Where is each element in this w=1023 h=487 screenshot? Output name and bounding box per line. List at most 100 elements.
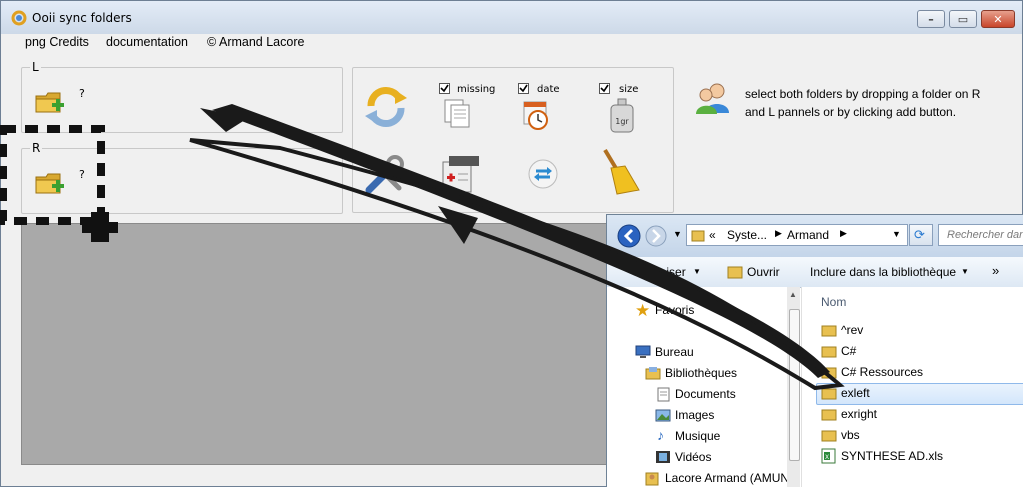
left-folder-path: ? — [79, 87, 85, 100]
search-box[interactable]: Rechercher dans — [938, 224, 1023, 246]
close-button[interactable]: ✕ — [981, 10, 1015, 28]
minimize-icon: – — [928, 12, 934, 26]
breadcrumb-separator-icon: ▶ — [840, 228, 847, 238]
instruction-text: select both folders by dropping a folder… — [745, 87, 981, 119]
open-button[interactable]: Ouvrir — [747, 265, 780, 279]
breadcrumb-separator-icon: ▶ — [775, 228, 782, 238]
nav-libraries[interactable]: Bibliothèques — [665, 366, 737, 380]
minimize-button[interactable]: – — [917, 10, 945, 28]
folder-icon — [821, 388, 837, 400]
add-left-folder-icon[interactable] — [34, 88, 66, 116]
nav-scrollbar[interactable]: ▲ — [787, 287, 800, 487]
favorites-star-icon: ★ — [635, 301, 651, 320]
menu-documentation[interactable]: documentation — [106, 35, 188, 49]
nav-music[interactable]: Musique — [675, 429, 720, 443]
refresh-icon: ⟳ — [914, 227, 925, 242]
navigation-pane: ★ Favoris Bureau Bibliothèques Documents… — [607, 287, 800, 487]
size-label: size — [619, 84, 639, 95]
folder-icon — [821, 325, 837, 337]
file-item-exleft[interactable]: exleft — [841, 386, 870, 400]
sync-app-icon — [11, 10, 27, 26]
include-library-button[interactable]: Inclure dans la bibliothèque — [810, 265, 956, 279]
weight-label: 1gr — [615, 117, 629, 126]
menu-bar: png Credits documentation © Armand Lacor… — [1, 34, 1022, 54]
organize-dropdown-icon: ▼ — [693, 267, 701, 276]
missing-checkbox[interactable] — [439, 83, 450, 94]
documents-icon — [657, 387, 670, 402]
date-checkbox[interactable] — [518, 83, 529, 94]
right-folder-path: ? — [79, 168, 85, 181]
music-icon: ♪ — [657, 427, 664, 443]
folder-icon — [691, 230, 705, 242]
videos-icon — [656, 451, 670, 463]
desktop-icon — [635, 345, 651, 358]
menu-author[interactable]: © Armand Lacore — [207, 35, 304, 49]
nav-documents[interactable]: Documents — [675, 387, 736, 401]
column-header-name[interactable]: Nom — [821, 295, 846, 309]
weight-icon: 1gr — [610, 98, 634, 133]
file-item-exright[interactable]: exright — [841, 407, 877, 421]
nav-desktop[interactable]: Bureau — [655, 345, 694, 359]
scroll-up-icon[interactable]: ▲ — [789, 290, 797, 299]
tools-panel: missing date size 1gr — [352, 67, 674, 213]
file-item-csharp-resources[interactable]: C# Ressources — [841, 365, 923, 379]
title-bar: Ooii sync folders – ▭ ✕ — [1, 1, 1022, 34]
maximize-icon: ▭ — [957, 12, 969, 26]
close-icon: ✕ — [993, 12, 1003, 26]
results-area — [21, 223, 608, 465]
more-button[interactable]: » — [992, 263, 999, 278]
include-dropdown-icon: ▼ — [961, 267, 969, 276]
user-folder-icon — [645, 472, 659, 486]
open-folder-icon — [727, 266, 743, 279]
right-folder-panel[interactable]: R ? — [21, 141, 343, 214]
sync-icon[interactable] — [361, 82, 411, 132]
images-icon — [655, 409, 671, 422]
address-dropdown-icon[interactable]: ▼ — [892, 229, 901, 239]
window-title: Ooii sync folders — [32, 11, 132, 25]
file-item-synthese-xls[interactable]: SYNTHESE AD.xls — [841, 449, 943, 463]
refresh-button[interactable]: ⟳ — [909, 224, 933, 246]
folder-icon — [821, 346, 837, 358]
forward-icon[interactable] — [645, 225, 667, 247]
svg-text:X: X — [825, 454, 829, 461]
users-info-icon — [696, 83, 729, 114]
size-checkbox[interactable] — [599, 83, 610, 94]
missing-label: missing — [457, 84, 496, 95]
clean-broom-icon[interactable] — [599, 148, 641, 196]
nav-videos[interactable]: Vidéos — [675, 450, 711, 464]
breadcrumb-overflow[interactable]: « — [709, 228, 716, 242]
nav-user[interactable]: Lacore Armand (AMUN — [665, 471, 789, 485]
explorer-toolbar: Organiser ▼ Ouvrir Inclure dans la bibli… — [607, 257, 1023, 288]
date-label: date — [537, 84, 560, 95]
left-panel-label: L — [30, 60, 41, 74]
nav-images[interactable]: Images — [675, 408, 714, 422]
missing-files-icon — [444, 99, 470, 128]
libraries-icon — [645, 367, 661, 380]
file-item-rev[interactable]: ^rev — [841, 323, 863, 337]
left-folder-panel[interactable]: L ? — [21, 60, 343, 133]
breadcrumb-system[interactable]: Syste... — [727, 228, 767, 242]
file-item-csharp[interactable]: C# — [841, 344, 856, 358]
folder-icon — [821, 430, 837, 442]
scroll-thumb[interactable] — [789, 309, 800, 461]
swap-icon[interactable] — [527, 158, 559, 190]
back-icon[interactable] — [617, 224, 641, 248]
history-chevron-down-icon[interactable]: ▼ — [673, 229, 682, 239]
address-field[interactable]: « Syste... ▶ Armand ▶ ▼ — [686, 224, 908, 246]
explorer-window: ▼ « Syste... ▶ Armand ▶ ▼ ⟳ Rechercher d… — [606, 214, 1023, 487]
report-icon[interactable] — [439, 154, 481, 196]
explorer-address-bar: ▼ « Syste... ▶ Armand ▶ ▼ ⟳ Rechercher d… — [607, 215, 1023, 257]
file-item-vbs[interactable]: vbs — [841, 428, 860, 442]
nav-favorites[interactable]: Favoris — [655, 303, 694, 317]
breadcrumb-user[interactable]: Armand — [787, 228, 829, 242]
date-clock-icon — [523, 101, 548, 130]
folder-icon — [821, 367, 837, 379]
menu-png-credits[interactable]: png Credits — [25, 35, 89, 49]
right-panel-label: R — [30, 141, 43, 155]
folder-icon — [821, 409, 837, 421]
add-right-folder-icon[interactable] — [34, 169, 66, 197]
settings-tools-icon[interactable] — [363, 152, 407, 196]
maximize-button[interactable]: ▭ — [949, 10, 977, 28]
excel-file-icon: X — [821, 448, 836, 464]
organize-button[interactable]: Organiser — [633, 265, 686, 279]
